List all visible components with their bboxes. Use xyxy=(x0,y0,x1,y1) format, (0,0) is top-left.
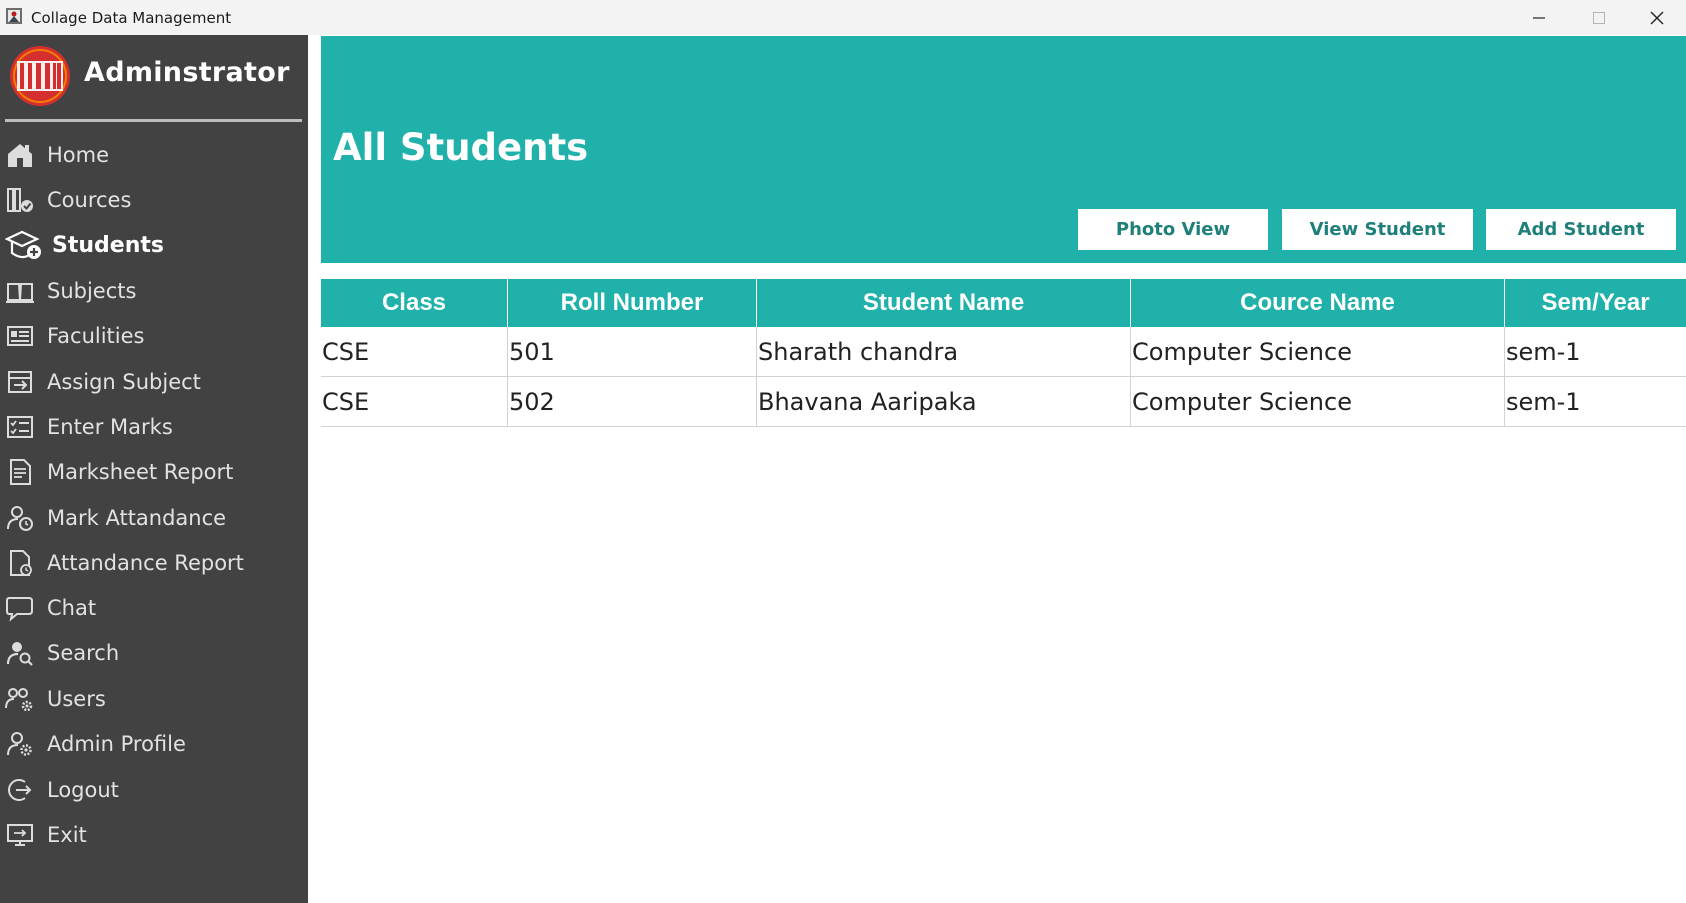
cell-student-name: Sharath chandra xyxy=(757,327,1131,376)
home-icon xyxy=(4,139,36,171)
sidebar-item-label: Mark Attandance xyxy=(47,506,227,530)
cell-student-name: Bhavana Aaripaka xyxy=(757,377,1131,426)
sidebar-item-label: Admin Profile xyxy=(47,732,186,756)
close-window-button[interactable] xyxy=(1628,0,1686,35)
minimize-icon xyxy=(1533,16,1545,19)
sidebar-item-cources[interactable]: Cources xyxy=(0,180,308,220)
window-title: Collage Data Management xyxy=(31,9,232,27)
sidebar-item-label: Logout xyxy=(47,778,119,802)
cell-class: CSE xyxy=(321,327,508,376)
nsrit-logo xyxy=(10,46,70,106)
cell-sem-year: sem-1 xyxy=(1506,337,1581,366)
sidebar-item-label: Students xyxy=(52,232,164,258)
cell-roll-number: 501 xyxy=(508,327,757,376)
window-title-bar: Collage Data Management xyxy=(0,0,1686,35)
table-header: Class Roll Number Student Name Cource Na… xyxy=(321,279,1686,327)
books-check-icon xyxy=(4,184,36,216)
sidebar-item-label: Subjects xyxy=(47,279,137,303)
assign-icon xyxy=(4,366,36,398)
cell-cource-name: Computer Science xyxy=(1131,377,1505,426)
monitor-exit-icon xyxy=(4,819,36,851)
sidebar-item-admin-profile[interactable]: Admin Profile xyxy=(0,724,308,764)
close-icon xyxy=(1650,11,1664,24)
chat-icon xyxy=(4,592,36,624)
checklist-icon xyxy=(4,411,36,443)
column-header-sem-year[interactable]: Sem/Year xyxy=(1505,279,1686,327)
sidebar-item-logout[interactable]: Logout xyxy=(0,770,308,810)
view-student-button[interactable]: View Student xyxy=(1282,209,1473,250)
user-clock-icon xyxy=(4,502,36,534)
sidebar-item-label: Attandance Report xyxy=(47,551,244,575)
sidebar-item-label: Exit xyxy=(47,823,87,847)
table-row[interactable]: CSE 501 Sharath chandra Computer Science… xyxy=(321,327,1686,377)
cell-class: CSE xyxy=(321,377,508,426)
sidebar-item-search[interactable]: Search xyxy=(0,633,308,673)
sidebar-divider xyxy=(5,119,302,122)
sidebar-item-label: Home xyxy=(47,143,110,167)
sidebar-item-label: Chat xyxy=(47,596,97,620)
sidebar-item-home[interactable]: Home xyxy=(0,135,308,175)
sidebar-item-assign-subject[interactable]: Assign Subject xyxy=(0,362,308,402)
sidebar-item-enter-marks[interactable]: Enter Marks xyxy=(0,407,308,447)
open-book-icon xyxy=(4,275,36,307)
sidebar-item-label: Search xyxy=(47,641,120,665)
sidebar-item-attandance-report[interactable]: Attandance Report xyxy=(0,543,308,583)
add-student-button[interactable]: Add Student xyxy=(1486,209,1676,250)
sidebar-item-faculities[interactable]: Faculities xyxy=(0,316,308,356)
page-header: All Students Photo View View Student Add… xyxy=(321,36,1686,263)
sidebar-item-students[interactable]: Students xyxy=(0,225,308,265)
column-header-student-name[interactable]: Student Name xyxy=(757,279,1131,327)
photo-view-button[interactable]: Photo View xyxy=(1078,209,1268,250)
sidebar-item-users[interactable]: Users xyxy=(0,679,308,719)
user-gear-icon xyxy=(4,728,36,760)
report-icon xyxy=(4,456,36,488)
sidebar-brand: Adminstrator xyxy=(84,57,290,88)
logout-icon xyxy=(4,774,36,806)
minimize-button[interactable] xyxy=(1510,0,1568,35)
table-row[interactable]: CSE 502 Bhavana Aaripaka Computer Scienc… xyxy=(321,377,1686,427)
sidebar-item-chat[interactable]: Chat xyxy=(0,588,308,628)
sidebar-item-label: Enter Marks xyxy=(47,415,173,439)
id-card-icon xyxy=(4,320,36,352)
sidebar-item-subjects[interactable]: Subjects xyxy=(0,271,308,311)
sidebar-item-label: Users xyxy=(47,687,106,711)
sidebar-item-label: Marksheet Report xyxy=(47,460,234,484)
cell-sem-year: sem-1 xyxy=(1506,387,1581,416)
cell-roll-number: 502 xyxy=(508,377,757,426)
user-search-icon xyxy=(4,637,36,669)
column-header-cource-name[interactable]: Cource Name xyxy=(1131,279,1505,327)
sidebar-item-mark-attandance[interactable]: Mark Attandance xyxy=(0,498,308,538)
column-header-roll-number[interactable]: Roll Number xyxy=(508,279,757,327)
sidebar-item-label: Faculities xyxy=(47,324,145,348)
column-header-class[interactable]: Class xyxy=(321,279,508,327)
cell-cource-name: Computer Science xyxy=(1131,327,1505,376)
page-title: All Students xyxy=(333,126,589,169)
sidebar-item-label: Cources xyxy=(47,188,132,212)
maximize-icon xyxy=(1593,11,1605,24)
users-gear-icon xyxy=(4,683,36,715)
maximize-button[interactable] xyxy=(1570,0,1628,35)
sidebar-item-label: Assign Subject xyxy=(47,370,201,394)
graduate-add-icon xyxy=(4,229,44,261)
sidebar-item-marksheet-report[interactable]: Marksheet Report xyxy=(0,452,308,492)
app-icon xyxy=(6,8,22,24)
sidebar-item-exit[interactable]: Exit xyxy=(0,815,308,855)
document-clock-icon xyxy=(4,547,36,579)
sidebar: Adminstrator Home Cources Students Subje… xyxy=(0,35,308,903)
